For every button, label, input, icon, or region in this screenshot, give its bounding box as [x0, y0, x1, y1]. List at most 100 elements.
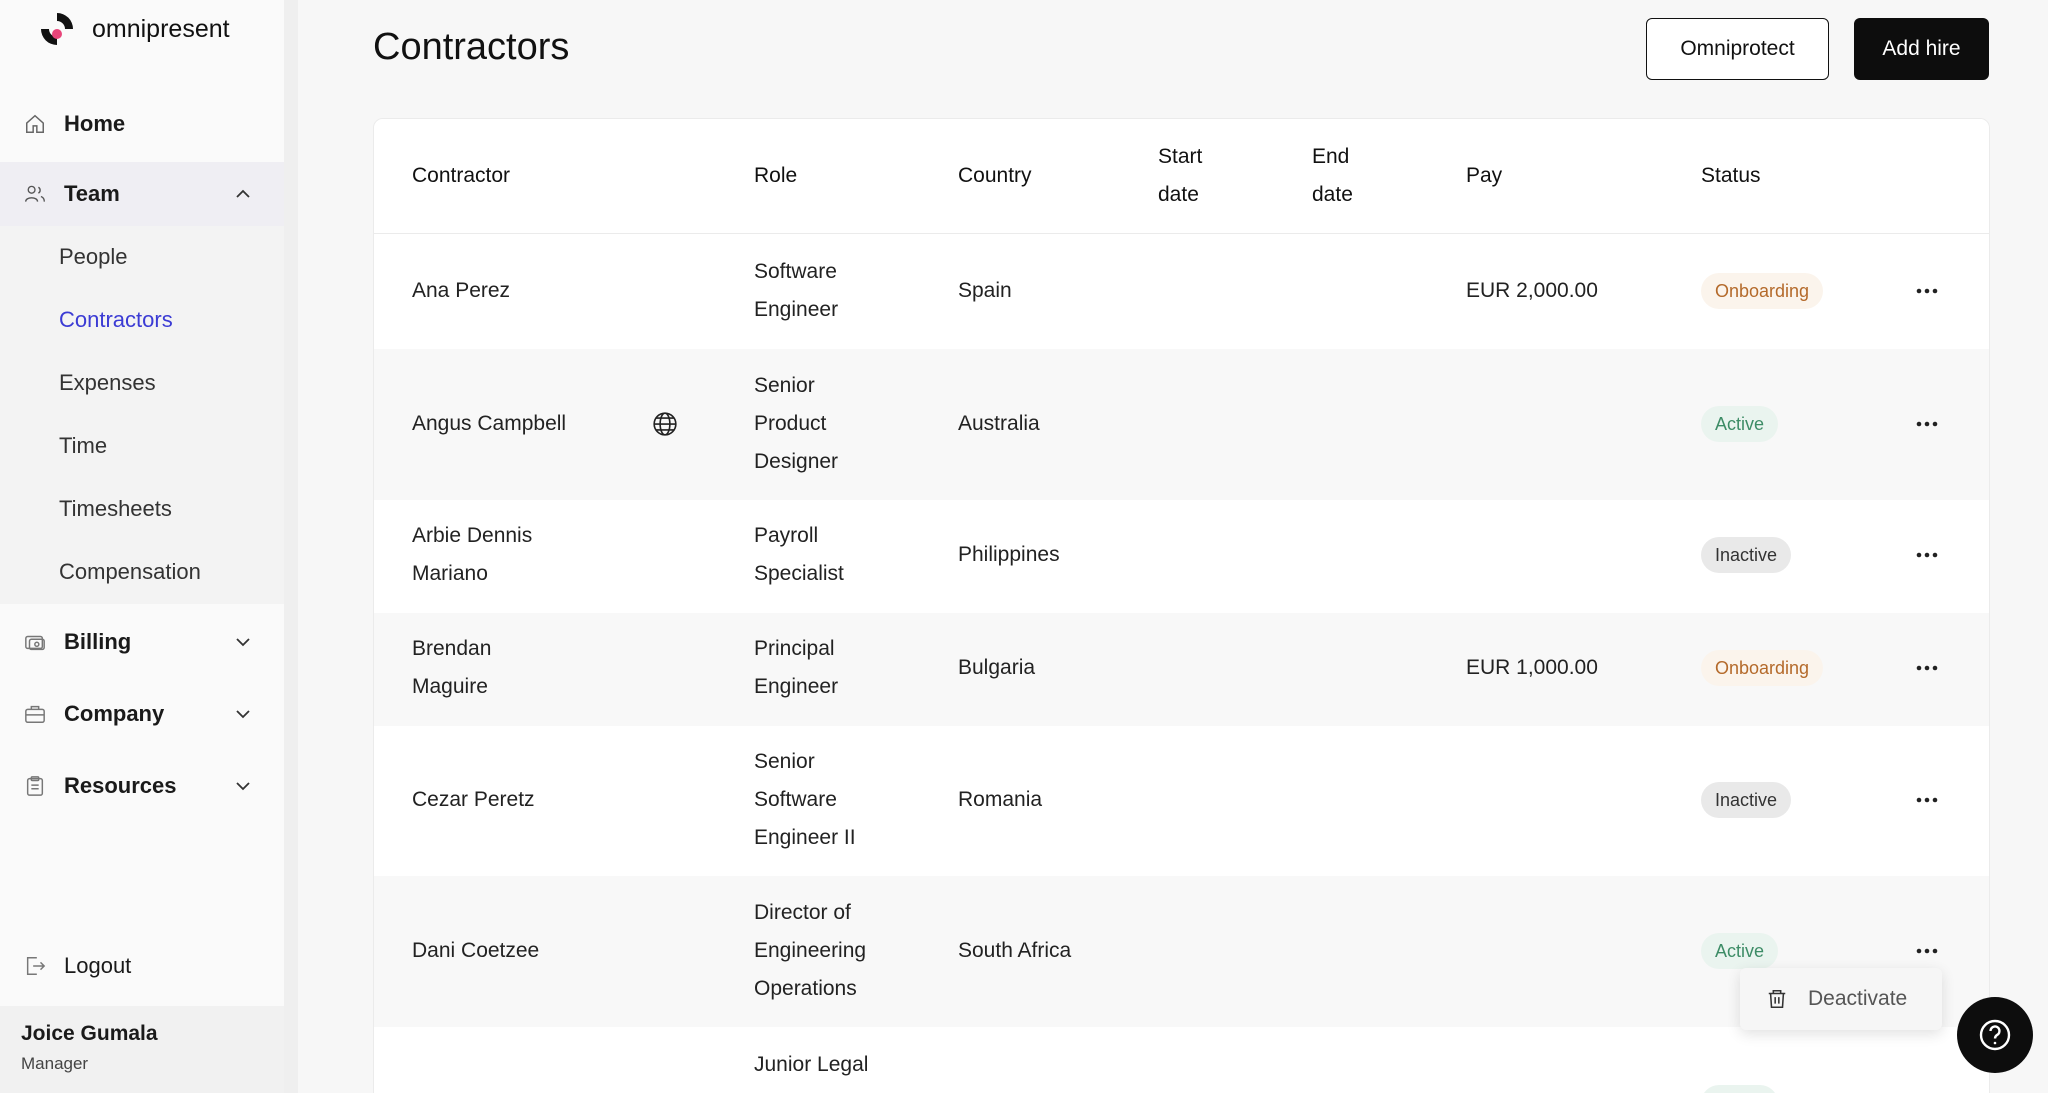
user-profile[interactable]: Joice Gumala Manager [0, 1006, 284, 1093]
chevron-down-icon[interactable] [232, 703, 254, 725]
contractor-role: Payroll Specialist [754, 517, 844, 593]
home-icon [24, 113, 46, 135]
contractor-role: Senior Software Engineer II [754, 743, 856, 857]
col-end-date-line1: End [1312, 145, 1350, 168]
contractor-country: Spain [958, 279, 1012, 302]
omniprotect-button[interactable]: Omniprotect [1646, 18, 1829, 80]
nav-timesheets[interactable]: Timesheets [59, 496, 172, 522]
nav-billing-label: Billing [64, 629, 132, 654]
table-row[interactable]: Eunise Ling Junior Legal Singapore Activ… [374, 1027, 1989, 1093]
col-end-date[interactable]: End date [1312, 138, 1353, 214]
role-line: Junior Legal [754, 1053, 869, 1076]
contractor-country: Romania [958, 788, 1043, 811]
table-row[interactable]: Arbie Dennis Mariano Payroll Specialist … [374, 500, 1989, 613]
contractor-country: Philippines [958, 543, 1060, 566]
brand-logo[interactable]: omnipresent [38, 10, 230, 48]
user-role: Manager [21, 1054, 89, 1073]
page-title: Contractors [373, 26, 570, 68]
table-row[interactable]: Cezar Peretz Senior Software Engineer II… [374, 726, 1989, 876]
contractors-table: Contractor Role Country Start date End d… [373, 118, 1990, 1093]
user-name: Joice Gumala [21, 1022, 158, 1045]
nav-contractors[interactable]: Contractors [59, 307, 173, 333]
role-line: Payroll [754, 524, 819, 547]
col-country[interactable]: Country [958, 157, 1032, 195]
contractor-pay: EUR 2,000.00 [1466, 279, 1598, 302]
chevron-down-icon[interactable] [232, 631, 254, 653]
nav-compensation[interactable]: Compensation [59, 559, 201, 585]
role-line: Senior [754, 750, 815, 773]
role-line: Director of [754, 901, 851, 924]
row-action-menu[interactable]: Deactivate [1740, 968, 1942, 1030]
col-start-date-line1: Start [1158, 145, 1203, 168]
more-horizontal-icon[interactable] [1912, 276, 1942, 306]
contractor-role: Principal Engineer [754, 630, 838, 706]
role-line: Designer [754, 450, 839, 473]
more-horizontal-icon[interactable] [1912, 1088, 1942, 1093]
nav-team[interactable]: Team [0, 162, 284, 226]
col-contractor[interactable]: Contractor [412, 157, 510, 195]
nav-people[interactable]: People [59, 244, 128, 270]
contractor-name[interactable]: Arbie Dennis Mariano [412, 517, 532, 593]
nav-company-label: Company [64, 701, 165, 726]
role-line: Senior [754, 374, 815, 397]
chevron-up-icon[interactable] [232, 183, 254, 205]
nav-resources-label: Resources [64, 773, 177, 798]
contractor-name[interactable]: Cezar Peretz [412, 781, 535, 819]
nav-resources[interactable]: Resources [0, 754, 284, 818]
table-row[interactable]: Brendan Maguire Principal Engineer Bulga… [374, 613, 1989, 726]
more-horizontal-icon[interactable] [1912, 409, 1942, 439]
contractor-name[interactable]: Ana Perez [412, 272, 510, 310]
status-badge: Active [1701, 1085, 1779, 1093]
role-line: Engineer [754, 675, 839, 698]
nav-team-label: Team [64, 181, 120, 206]
role-line: Product [754, 412, 827, 435]
status-badge: Onboarding [1701, 273, 1824, 309]
nav-time[interactable]: Time [59, 433, 107, 459]
name-line: Brendan [412, 637, 492, 660]
col-start-date[interactable]: Start date [1158, 138, 1202, 214]
role-line: Specialist [754, 562, 844, 585]
name-line: Maguire [412, 675, 488, 698]
table-row[interactable]: Angus Campbell Senior Product Designer A… [374, 349, 1989, 500]
more-horizontal-icon[interactable] [1912, 936, 1942, 966]
nav-logout-label: Logout [64, 953, 132, 978]
contractor-name[interactable]: Brendan Maguire [412, 630, 491, 706]
nav-logout[interactable]: Logout [0, 934, 284, 998]
add-hire-button[interactable]: Add hire [1854, 18, 1989, 80]
status-badge: Active [1701, 406, 1779, 442]
briefcase-icon [24, 703, 46, 725]
nav-billing[interactable]: Billing [0, 610, 284, 674]
trash-icon [1768, 989, 1786, 1009]
contractor-name[interactable]: Eunise Ling [412, 1084, 522, 1093]
col-role[interactable]: Role [754, 157, 797, 195]
table-row[interactable]: Ana Perez Software Engineer Spain EUR 2,… [374, 234, 1989, 349]
help-button[interactable] [1957, 997, 2033, 1073]
nav-home[interactable]: Home [0, 92, 284, 156]
more-horizontal-icon[interactable] [1912, 540, 1942, 570]
deactivate-menu-item[interactable]: Deactivate [1808, 987, 1907, 1011]
contractor-role: Junior Legal [754, 1046, 868, 1084]
chevron-down-icon[interactable] [232, 775, 254, 797]
contractor-pay: EUR 1,000.00 [1466, 656, 1598, 679]
col-status[interactable]: Status [1701, 157, 1761, 195]
more-horizontal-icon[interactable] [1912, 653, 1942, 683]
sidebar: omnipresent Home Team People Contractors… [0, 0, 296, 1093]
status-badge: Inactive [1701, 782, 1792, 818]
team-subnav: People Contractors Expenses Time Timeshe… [0, 226, 284, 604]
contractor-role: Senior Product Designer [754, 367, 838, 481]
contractor-role: Director of Engineering Operations [754, 894, 866, 1008]
col-start-date-line2: date [1158, 183, 1199, 206]
contractor-name[interactable]: Angus Campbell [412, 405, 566, 443]
globe-icon [653, 412, 677, 436]
role-line: Software [754, 788, 837, 811]
role-line: Operations [754, 977, 857, 1000]
clipboard-icon [24, 775, 46, 797]
col-pay[interactable]: Pay [1466, 157, 1502, 195]
nav-expenses[interactable]: Expenses [59, 370, 156, 396]
contractor-name[interactable]: Dani Coetzee [412, 932, 539, 970]
name-line: Mariano [412, 562, 488, 585]
more-horizontal-icon[interactable] [1912, 785, 1942, 815]
nav-home-label: Home [64, 111, 126, 136]
logout-icon [24, 955, 46, 977]
nav-company[interactable]: Company [0, 682, 284, 746]
